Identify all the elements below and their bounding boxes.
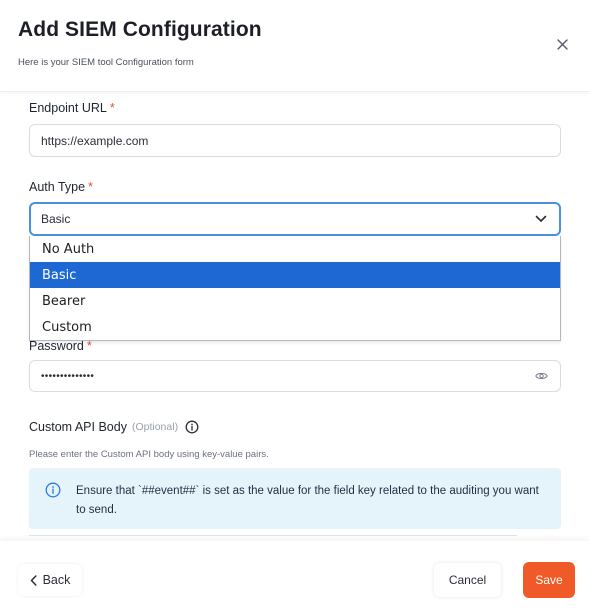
auth-type-label: Auth Type * bbox=[29, 180, 93, 194]
password-input[interactable]: •••••••••••••• bbox=[29, 360, 561, 392]
auth-type-select[interactable]: Basic bbox=[29, 202, 561, 236]
auth-option-bearer[interactable]: Bearer bbox=[30, 288, 560, 314]
auth-option-basic[interactable]: Basic bbox=[30, 262, 560, 288]
password-value: •••••••••••••• bbox=[41, 370, 95, 382]
cancel-button[interactable]: Cancel bbox=[434, 563, 501, 597]
modal-subtitle: Here is your SIEM tool Configuration for… bbox=[18, 57, 194, 68]
optional-tag: (Optional) bbox=[131, 421, 179, 433]
eye-icon[interactable] bbox=[535, 372, 548, 381]
close-button[interactable] bbox=[551, 33, 573, 55]
event-notice: Ensure that `##event##` is set as the va… bbox=[29, 468, 561, 529]
custom-api-body-label: Custom API Body (Optional) bbox=[29, 420, 199, 434]
password-label-text: Password bbox=[29, 339, 84, 353]
siem-config-modal: Add SIEM Configuration Here is your SIEM… bbox=[0, 0, 589, 611]
auth-type-dropdown: No Auth Basic Bearer Custom bbox=[29, 236, 561, 341]
auth-type-label-text: Auth Type bbox=[29, 180, 86, 194]
back-button-label: Back bbox=[42, 573, 71, 587]
back-button[interactable]: Back bbox=[18, 564, 82, 596]
info-icon[interactable] bbox=[185, 420, 199, 434]
endpoint-url-value: https://example.com bbox=[41, 133, 149, 148]
custom-api-body-label-text: Custom API Body bbox=[29, 420, 127, 434]
auth-option-no-auth[interactable]: No Auth bbox=[30, 236, 560, 262]
chevron-left-icon bbox=[30, 574, 37, 586]
chevron-down-icon bbox=[535, 215, 547, 222]
auth-type-value: Basic bbox=[41, 212, 71, 226]
endpoint-url-input[interactable]: https://example.com bbox=[29, 124, 561, 157]
save-button[interactable]: Save bbox=[523, 562, 575, 598]
required-mark: * bbox=[86, 339, 92, 353]
endpoint-url-label-text: Endpoint URL bbox=[29, 101, 107, 115]
modal-header: Add SIEM Configuration Here is your SIEM… bbox=[0, 0, 589, 92]
info-icon bbox=[45, 482, 61, 498]
event-notice-text: Ensure that `##event##` is set as the va… bbox=[76, 485, 539, 516]
required-mark: * bbox=[109, 101, 115, 115]
auth-option-custom[interactable]: Custom bbox=[30, 314, 560, 340]
required-mark: * bbox=[88, 180, 93, 194]
close-icon bbox=[556, 38, 568, 50]
custom-api-body-help: Please enter the Custom API body using k… bbox=[29, 449, 269, 460]
password-label: Password * bbox=[29, 339, 92, 353]
endpoint-url-label: Endpoint URL * bbox=[29, 101, 115, 115]
modal-footer: Back Cancel Save bbox=[0, 541, 589, 611]
modal-title: Add SIEM Configuration bbox=[18, 18, 262, 41]
